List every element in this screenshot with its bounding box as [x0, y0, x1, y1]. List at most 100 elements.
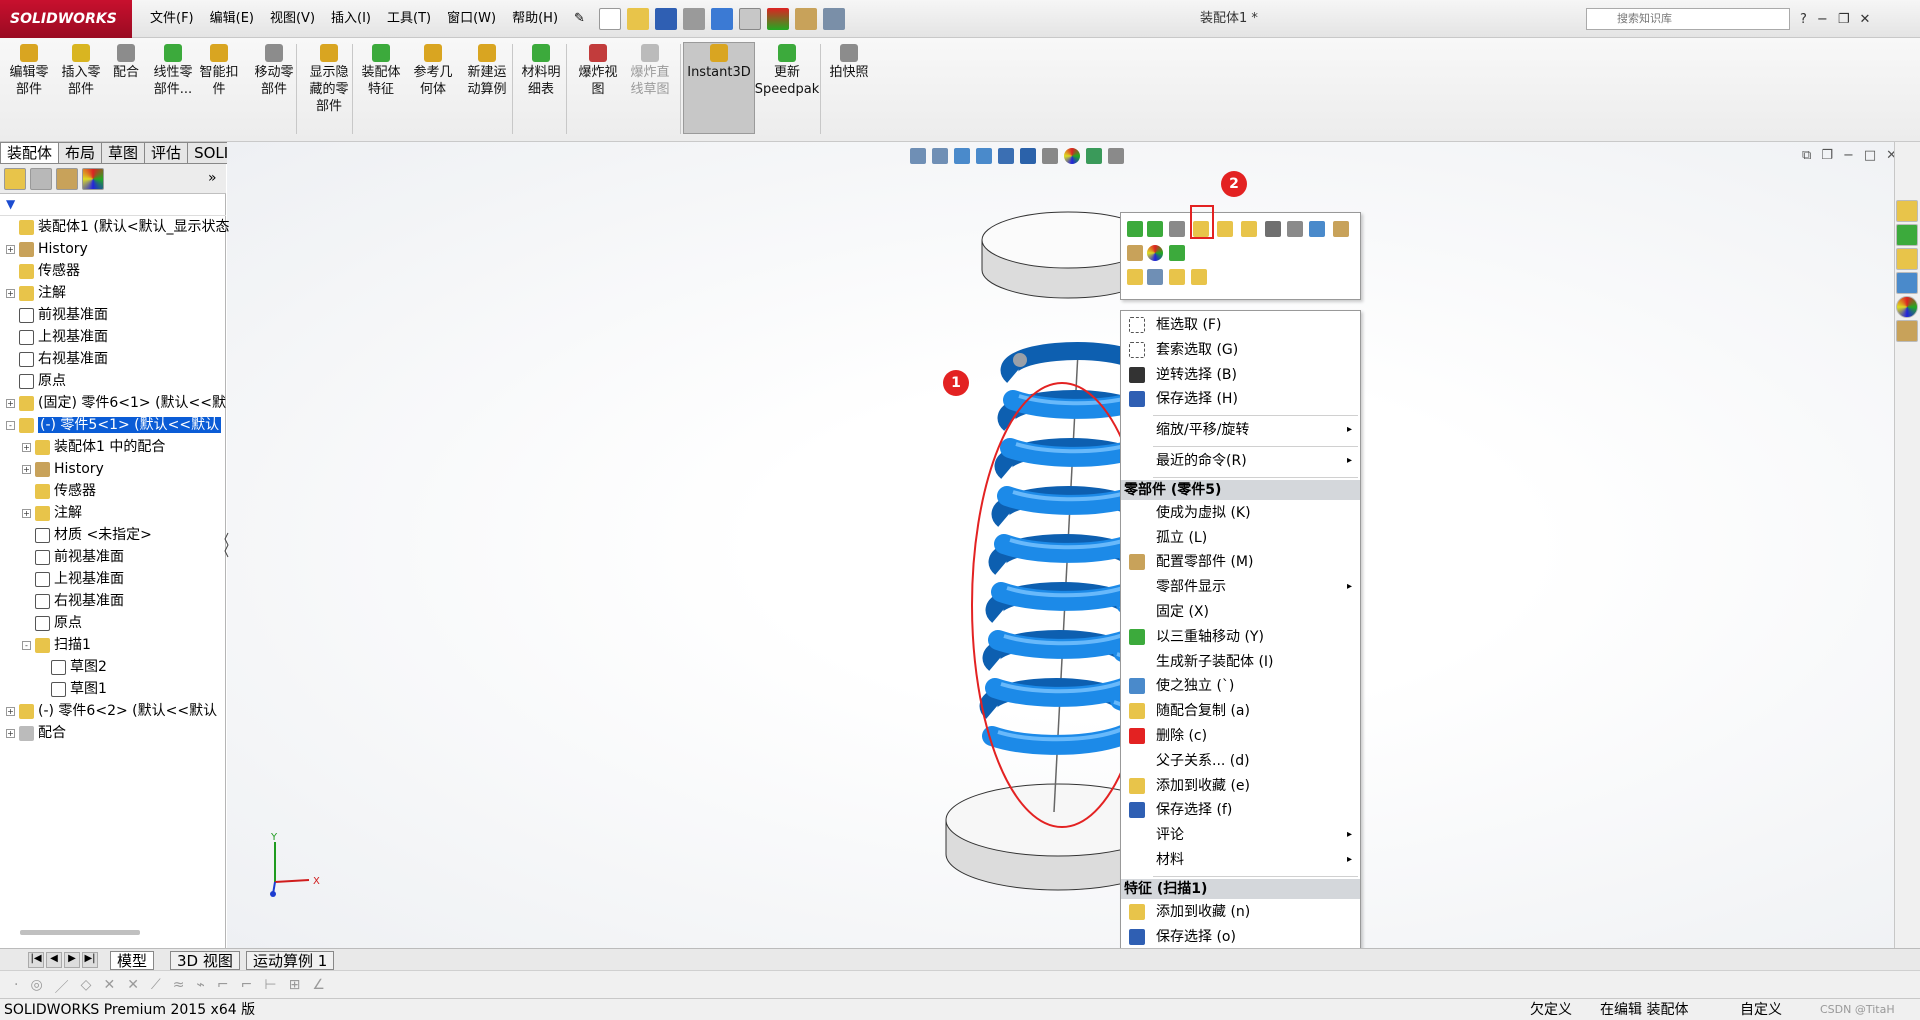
filter-icon[interactable]: ▼	[6, 197, 15, 211]
tree-node[interactable]: 材质 <未指定>	[22, 524, 152, 546]
context-menu-item[interactable]: 添加到收藏 (e)	[1121, 774, 1360, 798]
expand-toggle-icon[interactable]: -	[22, 640, 31, 650]
hide-show-items-icon[interactable]	[1042, 148, 1058, 164]
expand-toggle-icon[interactable]: +	[6, 288, 15, 298]
tree-node[interactable]: 传感器	[6, 260, 80, 282]
menu-item-2[interactable]: 视图(V)	[262, 0, 323, 38]
select-tangency-icon[interactable]	[1169, 269, 1185, 285]
restore-icon[interactable]: ❐	[1838, 12, 1850, 27]
menu-item-6[interactable]: 帮助(H)	[504, 0, 566, 38]
menu-item-1[interactable]: 编辑(E)	[202, 0, 262, 38]
command-motion-study-button[interactable]: 新建运 动算例	[460, 44, 514, 98]
appearances-icon[interactable]	[1896, 296, 1918, 318]
command-tab-2[interactable]: 草图	[101, 142, 146, 164]
menu-item-5[interactable]: 窗口(W)	[439, 0, 504, 38]
context-menu-item[interactable]: 保存选择 (o)	[1121, 925, 1360, 949]
expand-toggle-icon[interactable]: +	[22, 464, 31, 474]
context-menu-item[interactable]: 套索选取 (G)	[1121, 338, 1360, 362]
tree-node[interactable]: 上视基准面	[6, 326, 108, 348]
tree-node[interactable]: 草图2	[38, 656, 107, 678]
configurations-icon[interactable]	[1127, 245, 1143, 261]
section-view-icon[interactable]	[976, 148, 992, 164]
tree-node[interactable]: + 注解	[6, 282, 66, 304]
command-edit-component-button[interactable]: 编辑零 部件	[4, 44, 54, 98]
dimension-icon[interactable]: ⊢	[264, 977, 276, 997]
tree-node[interactable]: 上视基准面	[22, 568, 124, 590]
bottom-tab-2[interactable]: 运动算例 1	[246, 951, 335, 970]
apply-scene-icon[interactable]	[1086, 148, 1102, 164]
view-settings-icon[interactable]	[1108, 148, 1124, 164]
context-menu-item[interactable]: 固定 (X)	[1121, 600, 1360, 624]
tree-node[interactable]: 前视基准面	[22, 546, 124, 568]
prev-tab-icon[interactable]: ◀	[46, 952, 62, 968]
mirror-icon[interactable]: ⟋	[151, 977, 161, 997]
context-menu-item[interactable]: 零部件显示 ▸	[1121, 575, 1360, 599]
edit-appearance-icon[interactable]	[1064, 148, 1080, 164]
display-style-icon[interactable]	[1020, 148, 1036, 164]
close-icon[interactable]: ✕	[1859, 12, 1870, 27]
save-icon[interactable]	[655, 8, 677, 30]
expand-toggle-icon[interactable]: +	[6, 728, 15, 738]
tree-node[interactable]: + 配合	[6, 722, 66, 744]
context-menu-item[interactable]: 随配合复制 (a)	[1121, 699, 1360, 723]
command-tab-0[interactable]: 装配体	[0, 142, 60, 164]
pattern-icon[interactable]: ⊞	[289, 977, 301, 997]
zoom-to-fit-icon[interactable]	[910, 148, 926, 164]
context-menu-item[interactable]: 孤立 (L)	[1121, 526, 1360, 550]
pin-icon[interactable]: ✎	[566, 0, 593, 38]
isolate-icon[interactable]	[1241, 221, 1257, 237]
context-menu-item[interactable]: 删除 (c)	[1121, 724, 1360, 748]
viewport-maximize-icon[interactable]: □	[1864, 148, 1876, 163]
appearance-icon[interactable]	[1147, 245, 1163, 261]
solidworks-resources-icon[interactable]	[1896, 200, 1918, 222]
tree-node[interactable]: + History	[22, 458, 104, 480]
zoom-to-selection-icon[interactable]	[1127, 269, 1143, 285]
select-arrow-icon[interactable]	[739, 8, 761, 30]
menu-item-3[interactable]: 插入(I)	[323, 0, 379, 38]
bottom-tab-0[interactable]: 模型	[110, 951, 155, 970]
view-palette-icon[interactable]	[1896, 272, 1918, 294]
tree-node[interactable]: + (固定) 零件6<1> (默认<<默	[6, 392, 226, 414]
context-menu-item[interactable]: 评论 ▸	[1121, 823, 1360, 847]
first-tab-icon[interactable]: |◀	[28, 952, 44, 968]
tree-node[interactable]: + (-) 零件6<2> (默认<<默认	[6, 700, 217, 722]
expand-toggle-icon[interactable]: +	[6, 398, 15, 408]
horizontal-scrollbar[interactable]	[20, 930, 140, 935]
open-part-icon[interactable]	[1127, 221, 1143, 237]
expand-toggle-icon[interactable]: +	[6, 244, 15, 254]
custom-properties-icon[interactable]	[1896, 320, 1918, 342]
sort-icon[interactable]	[1265, 221, 1281, 237]
fillet-icon[interactable]: ⌐	[217, 977, 229, 997]
component-properties-icon[interactable]	[1169, 221, 1185, 237]
edit-part-icon[interactable]	[1147, 221, 1163, 237]
options-icon[interactable]	[823, 8, 845, 30]
menu-item-0[interactable]: 文件(F)	[142, 0, 202, 38]
chamfer-icon[interactable]: ⌐	[241, 977, 253, 997]
viewport-minimize-icon[interactable]: −	[1843, 148, 1854, 163]
search-input[interactable]: 搜索知识库	[1586, 8, 1790, 30]
command-smart-fastener-button[interactable]: 智能扣件	[196, 44, 242, 98]
mate-icon[interactable]	[1287, 221, 1303, 237]
tree-node[interactable]: 原点	[22, 612, 82, 634]
tree-node[interactable]: 右视基准面	[6, 348, 108, 370]
context-menu-item[interactable]: 生成新子装配体 (I)	[1121, 650, 1360, 674]
help-icon[interactable]: ?	[1800, 12, 1807, 27]
command-exploded-view-button[interactable]: 爆炸视图	[572, 44, 624, 98]
context-menu-item[interactable]: 缩放/平移/旋转 ▸	[1121, 418, 1360, 442]
file-properties-icon[interactable]	[795, 8, 817, 30]
group-icon[interactable]	[1169, 245, 1185, 261]
expand-toggle-icon[interactable]: +	[22, 442, 31, 452]
command-reference-geometry-button[interactable]: 参考几 何体	[408, 44, 458, 98]
change-transparency-icon[interactable]	[1217, 221, 1233, 237]
tree-node[interactable]: + 注解	[22, 502, 82, 524]
line-icon[interactable]: ／	[55, 977, 69, 997]
polygon-icon[interactable]: ◇	[81, 977, 92, 997]
new-document-icon[interactable]	[599, 8, 621, 30]
context-menu-item[interactable]: 以三重轴移动 (Y)	[1121, 625, 1360, 649]
context-menu-item[interactable]: 父子关系... (d)	[1121, 749, 1360, 773]
command-explode-line-button[interactable]: 爆炸直 线草图	[624, 44, 676, 98]
tree-node[interactable]: 传感器	[22, 480, 96, 502]
convert-icon[interactable]: ≈	[173, 977, 185, 997]
expand-toggle-icon[interactable]: +	[6, 706, 15, 716]
solidworks-logo[interactable]: SOLIDWORKS	[0, 0, 132, 38]
